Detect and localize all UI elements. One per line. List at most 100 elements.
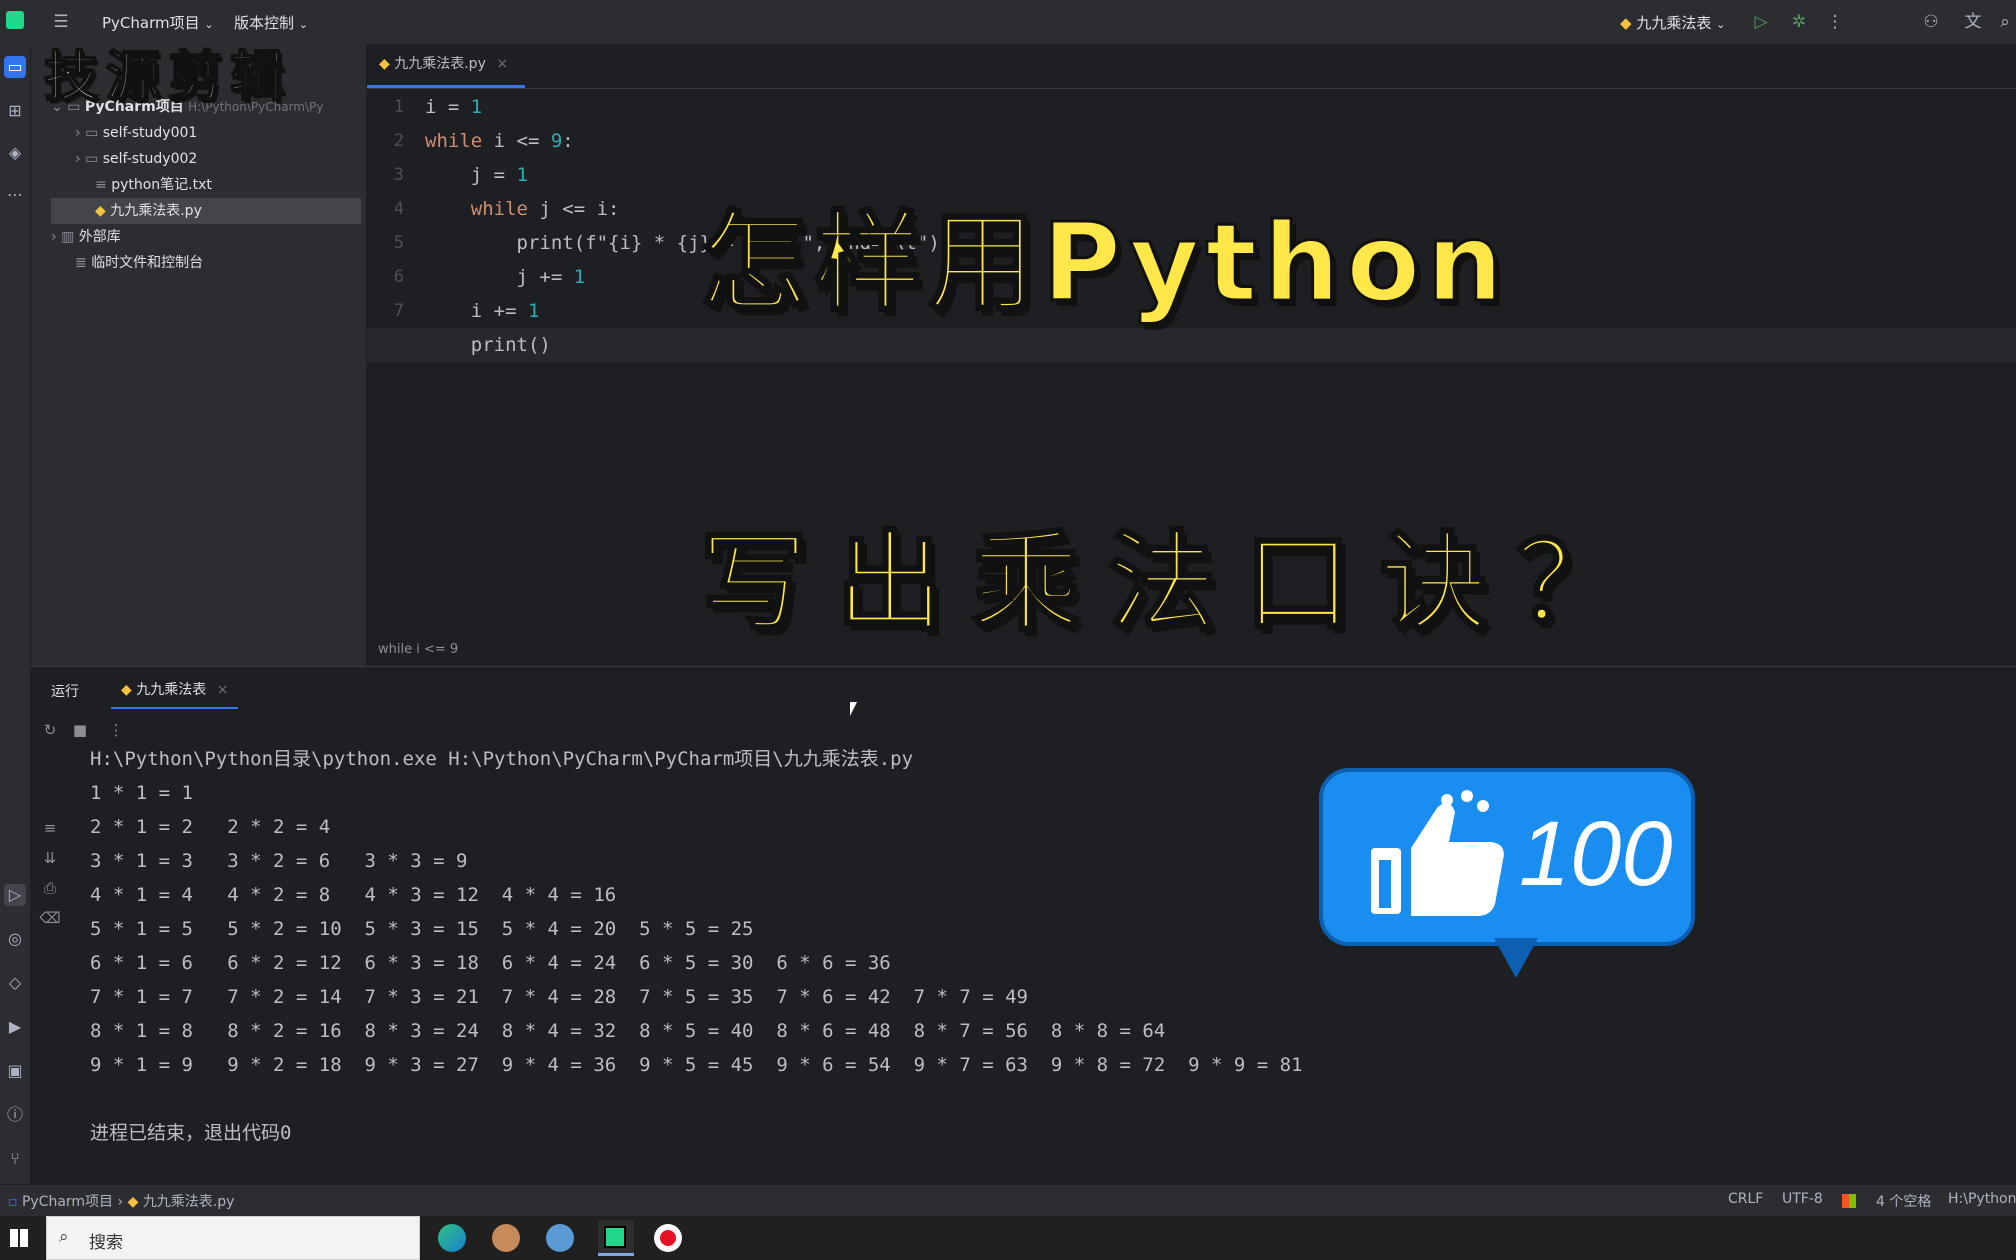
line-number: 7 xyxy=(393,301,404,321)
python-file-icon: ◆ xyxy=(127,1194,139,1210)
project-folder-icon[interactable]: ▭ xyxy=(4,56,26,78)
pycharm-taskbar-icon[interactable] xyxy=(598,1220,634,1256)
code-line[interactable]: print() xyxy=(425,328,551,362)
run-tab[interactable]: ◆ 九九乘法表 × xyxy=(111,673,239,709)
run-icon[interactable]: ▷ xyxy=(1750,11,1772,33)
tree-item-label: self-study001 xyxy=(102,125,198,141)
module-icon: ▫ xyxy=(8,1194,18,1210)
code-line[interactable]: j += 1 xyxy=(425,260,586,294)
run-tool-icon[interactable]: ▷ xyxy=(4,884,26,906)
exit-message: 进程已结束，退出代码0 xyxy=(90,1122,292,1144)
code-line[interactable]: while i <= 9: xyxy=(425,124,574,158)
code-line[interactable]: i = 1 xyxy=(425,90,482,124)
code-line[interactable]: i += 1 xyxy=(425,294,540,328)
tree-item-label: 临时文件和控制台 xyxy=(91,255,204,271)
vcs-menu[interactable]: 版本控制 ⌄ xyxy=(234,12,308,33)
output-line: 9 * 1 = 9 9 * 2 = 18 9 * 3 = 27 9 * 4 = … xyxy=(90,1054,1303,1076)
python-file-icon: ◆ xyxy=(1620,14,1632,32)
chevron-down-icon: ⌄ xyxy=(204,18,214,31)
tree-item-label: 外部库 xyxy=(78,229,121,245)
problems-icon[interactable]: ⓘ xyxy=(4,1104,26,1126)
vcs-menu-label: 版本控制 xyxy=(234,14,295,32)
soft-wrap-icon[interactable]: ≡ xyxy=(39,817,61,839)
main-menu-icon[interactable]: ☰ xyxy=(50,11,72,33)
python-console-icon[interactable]: ◎ xyxy=(4,928,26,950)
pycharm-logo-icon xyxy=(604,1226,626,1248)
windows-logo-icon xyxy=(1842,1194,1856,1208)
crumb-file[interactable]: 九九乘法表.py xyxy=(143,1194,235,1210)
stop-icon[interactable]: ■ xyxy=(69,719,91,741)
pycharm-logo-icon[interactable] xyxy=(6,11,24,29)
overlay-title-line1: 怎样用Python xyxy=(698,200,1510,328)
more-actions-icon[interactable]: ⋮ xyxy=(1824,11,1846,33)
trash-icon[interactable]: ⌫ xyxy=(39,907,61,929)
output-line: 5 * 1 = 5 5 * 2 = 10 5 * 3 = 15 5 * 4 = … xyxy=(90,918,754,940)
app-icon[interactable] xyxy=(492,1224,520,1252)
line-number: 3 xyxy=(393,165,404,185)
record-icon[interactable] xyxy=(654,1224,682,1252)
interpreter[interactable]: H:\Python xyxy=(1948,1191,2016,1207)
file-encoding[interactable]: UTF-8 xyxy=(1782,1191,1823,1207)
learn-icon[interactable]: ◈ xyxy=(4,142,26,164)
like-count: 100 xyxy=(1519,803,1673,905)
tree-item-self-study001[interactable]: › ▭ self-study001 xyxy=(75,120,355,146)
crumb-project[interactable]: PyCharm项目 xyxy=(22,1194,113,1210)
python-file-icon: ◆ xyxy=(379,56,390,72)
git-icon[interactable]: ⑂ xyxy=(4,1148,26,1170)
chevron-down-icon: ⌄ xyxy=(1716,18,1726,31)
run-config-selector[interactable]: ◆ 九九乘法表 ⌄ xyxy=(1620,12,1725,33)
editor-tab[interactable]: ◆ 九九乘法表.py × xyxy=(367,44,525,88)
tree-item-python-notes[interactable]: ≡ python笔记.txt xyxy=(95,172,355,198)
python-file-icon: ◆ xyxy=(121,682,132,698)
search-icon: ⌕ xyxy=(59,1227,69,1247)
chevron-down-icon: ⌄ xyxy=(298,18,309,31)
add-user-icon[interactable]: ⚇ xyxy=(1920,11,1942,33)
chevron-right-icon: › xyxy=(51,229,57,245)
terminal-icon[interactable]: ▣ xyxy=(4,1060,26,1082)
editor-tab-label: 九九乘法表.py xyxy=(394,56,486,72)
structure-icon[interactable]: ⊞ xyxy=(4,100,26,122)
mouse-cursor xyxy=(850,702,857,716)
project-menu[interactable]: PyCharm项目 ⌄ xyxy=(102,12,214,33)
taskbar: ⌕ 搜索 xyxy=(0,1216,2016,1260)
code-line[interactable]: j = 1 xyxy=(425,158,528,192)
line-separator[interactable]: CRLF xyxy=(1728,1191,1763,1207)
scratches-icon: ≣ xyxy=(75,255,87,271)
tree-item-self-study002[interactable]: › ▭ self-study002 xyxy=(75,146,355,172)
status-breadcrumb[interactable]: ▫ PyCharm项目 › ◆ 九九乘法表.py xyxy=(8,1191,234,1211)
services-icon[interactable]: ▶ xyxy=(4,1016,26,1038)
project-menu-label: PyCharm项目 xyxy=(102,14,200,32)
output-line: 3 * 1 = 3 3 * 2 = 6 3 * 3 = 9 xyxy=(90,850,468,872)
overlay-title-line2: 写出乘法口诀？ xyxy=(698,520,1653,648)
app-icon[interactable] xyxy=(546,1224,574,1252)
scroll-to-end-icon[interactable]: ⇊ xyxy=(39,847,61,869)
tree-item-multiplication-py[interactable]: ◆ 九九乘法表.py xyxy=(51,198,361,224)
title-bar: ☰ PyCharm项目 ⌄ 版本控制 ⌄ ◆ 九九乘法表 ⌄ ▷ ✲ ⋮ ⚇ 文… xyxy=(0,0,2016,44)
start-icon[interactable] xyxy=(10,1229,28,1247)
tree-item-external-libs[interactable]: › ▥ 外部库 xyxy=(51,224,351,250)
output-line: 8 * 1 = 8 8 * 2 = 16 8 * 3 = 24 8 * 4 = … xyxy=(90,1020,1166,1042)
watermark: 技源剪辑 xyxy=(43,43,292,109)
code-line[interactable]: while j <= i: xyxy=(425,192,620,226)
editor-breadcrumb[interactable]: while i <= 9 xyxy=(378,642,458,657)
translate-icon[interactable]: 文 xyxy=(1962,11,1984,33)
folder-icon: ▭ xyxy=(85,151,99,167)
line-number: 1 xyxy=(393,97,404,117)
tree-item-scratches[interactable]: ≣ 临时文件和控制台 xyxy=(75,250,355,276)
output-line: 1 * 1 = 1 xyxy=(90,782,193,804)
search-icon[interactable]: ⌕ xyxy=(1994,11,2016,33)
text-file-icon: ≡ xyxy=(95,177,107,193)
more-tools-icon[interactable]: ⋯ xyxy=(4,184,26,206)
more-icon[interactable]: ⋮ xyxy=(105,719,127,741)
close-icon[interactable]: × xyxy=(496,56,508,72)
chevron-right-icon: › xyxy=(75,125,81,141)
edge-icon[interactable] xyxy=(438,1224,466,1252)
rerun-icon[interactable]: ↻ xyxy=(39,719,61,741)
taskbar-search[interactable]: ⌕ 搜索 xyxy=(46,1216,420,1260)
indent-setting[interactable]: 4 个空格 xyxy=(1876,1191,1931,1211)
output-line: 2 * 1 = 2 2 * 2 = 4 xyxy=(90,816,331,838)
print-icon[interactable]: ⎙ xyxy=(39,877,61,899)
layers-icon[interactable]: ◇ xyxy=(4,972,26,994)
debug-icon[interactable]: ✲ xyxy=(1788,11,1810,33)
close-icon[interactable]: × xyxy=(217,682,229,698)
